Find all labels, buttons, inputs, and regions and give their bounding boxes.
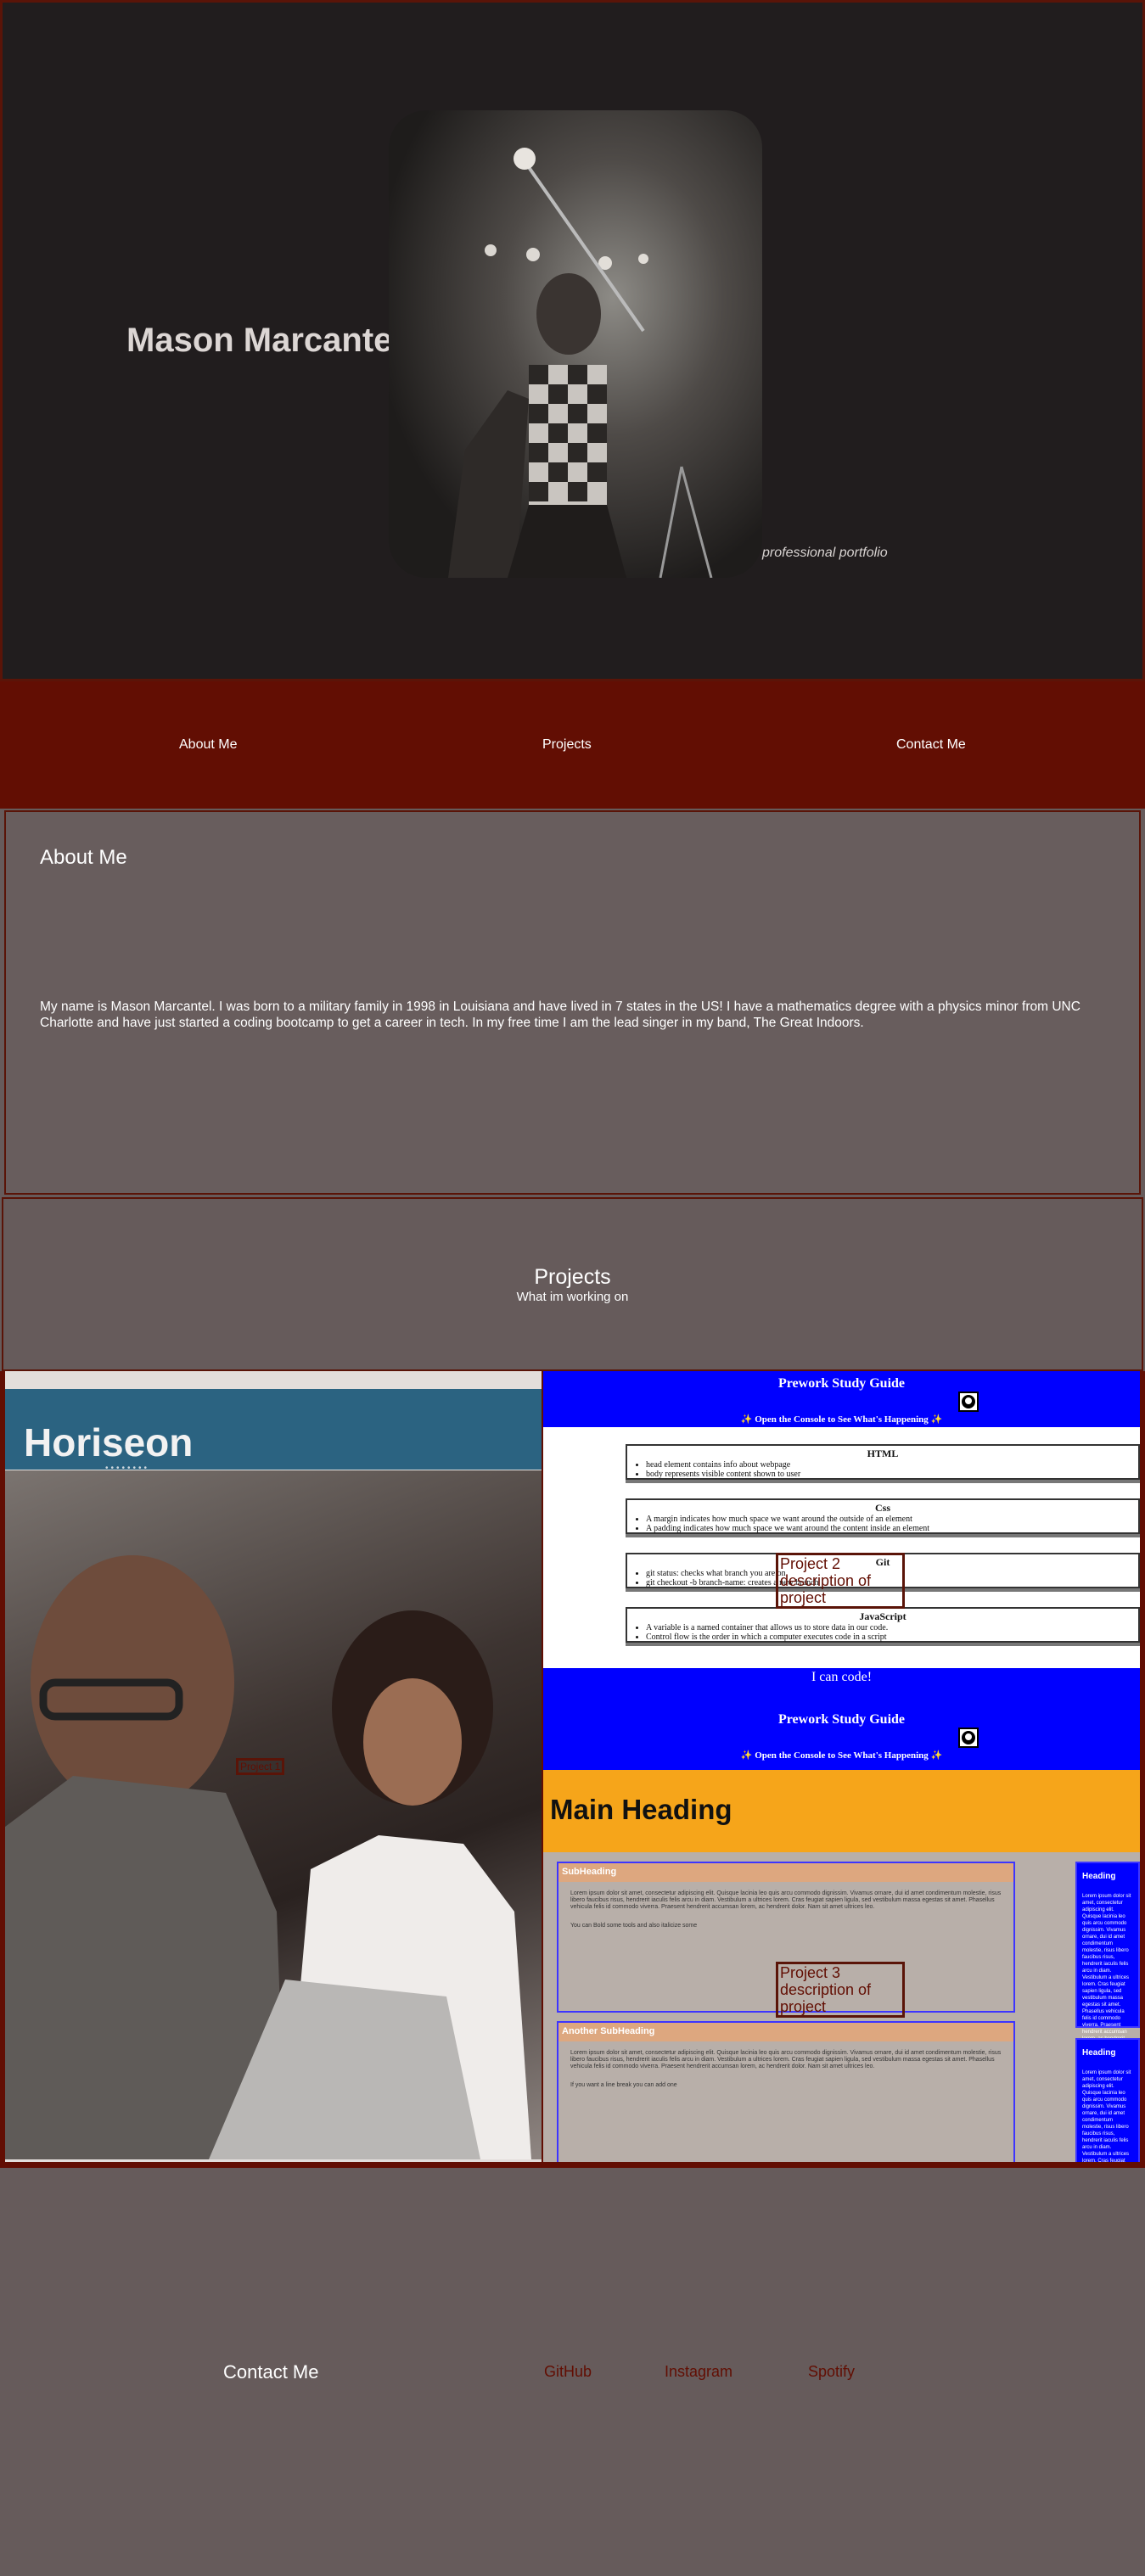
project-1-card[interactable]: Horiseon •••••••• Project 1 [5,1371,542,2162]
about-body: My name is Mason Marcantel. I was born t… [40,1000,1080,1030]
topic-html: HTML head element contains info about we… [626,1444,1140,1480]
about-heading: About Me [40,846,127,869]
nav-projects-link[interactable]: Projects [542,737,592,753]
footer-text: I can code! [811,1670,873,1684]
projects-grid: Horiseon •••••••• Project 1 Prework Stud… [0,1371,1145,2168]
console-note: ✨ Open the Console to See What's Happeni… [740,1414,943,1425]
topic-css: Css A margin indicates how much space we… [626,1498,1140,1534]
singer-image [448,148,713,578]
instagram-link[interactable]: Instagram [665,2363,732,2381]
project-2-card[interactable]: Prework Study Guide ✨ Open the Console t… [543,1371,1140,1770]
main-heading: Main Heading [550,1794,732,1825]
spotify-link[interactable]: Spotify [808,2363,855,2381]
project-3-title: Project 3 [780,1964,841,1981]
github-link[interactable]: GitHub [544,2363,592,2381]
side-panel-1: Heading Lorem ipsum dolor sit amet, cons… [1075,1862,1140,2055]
project-1-label[interactable]: Project 1 [236,1758,285,1775]
github-octocat-icon [958,1392,979,1412]
contact-heading: Contact Me [223,2361,319,2383]
project-2-label[interactable]: Project 2 description of project [776,1553,905,1609]
study-guide-title: Prework Study Guide [777,1376,906,1391]
hero-section: Mason Marcantel professional portfolio [0,0,1145,681]
subheading-section-2: Another SubHeading Lorem ipsum dolor sit… [557,2021,1015,2162]
projects-heading: Projects [534,1265,611,1289]
project-2-title: Project 2 [780,1555,841,1572]
horiseon-logo: Horiseon [24,1420,194,1464]
nav-about-link[interactable]: About Me [179,737,237,753]
project-3-description: description of project [780,1981,872,2015]
project-2-description: description of project [780,1572,872,1606]
hero-tagline: professional portfolio [762,546,888,560]
topic-javascript: JavaScript A variable is a named contain… [626,1607,1140,1643]
hero-photo [389,110,762,578]
projects-header: Projects What im working on [2,1197,1143,1371]
console-note-repeat: ✨ Open the Console to See What's Happeni… [740,1750,943,1761]
project-3-label[interactable]: Project 3 description of project [776,1962,905,2018]
main-heading-bar: Main Heading [543,1770,1140,1852]
github-octocat-icon-repeat [958,1728,979,1748]
study-guide-footer: I can code! Prework Study Guide ✨ Open t… [543,1668,1140,1770]
project-1-image [5,1470,542,2159]
nav-contact-link[interactable]: Contact Me [896,737,966,753]
projects-subheading: What im working on [516,1290,629,1304]
study-guide-header: Prework Study Guide ✨ Open the Console t… [543,1371,1140,1427]
project-3-card[interactable]: Main Heading SubHeading Lorem ipsum dolo… [543,1770,1140,2162]
about-section: About Me My name is Mason Marcantel. I w… [4,810,1141,1195]
horiseon-header: Horiseon •••••••• [5,1389,542,1473]
contact-section: Contact Me GitHub Instagram Spotify [0,2168,1145,2576]
side-panel-2: Heading Lorem ipsum dolor sit amet, cons… [1075,2038,1140,2162]
main-nav: About Me Projects Contact Me [0,681,1145,809]
study-guide-title-repeat: Prework Study Guide [777,1712,906,1727]
hero-name: Mason Marcantel [126,322,402,359]
